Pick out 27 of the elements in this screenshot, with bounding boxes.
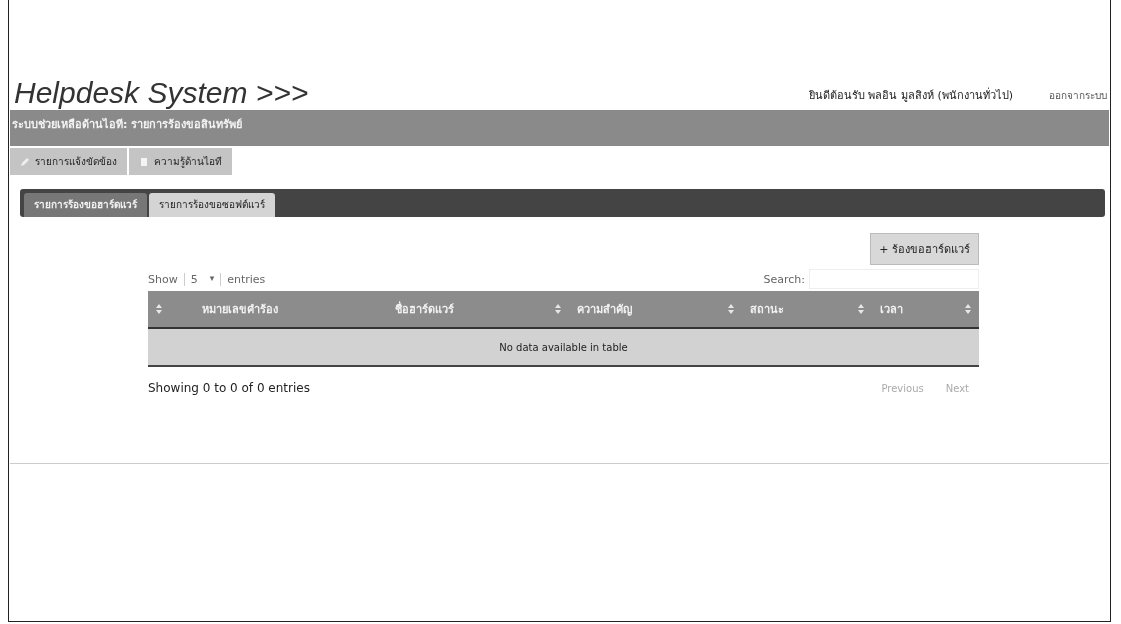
column-header: สถานะ bbox=[750, 302, 785, 318]
breadcrumb-bar: ระบบช่วยเหลือด้านไอที: รายการร้องขอสินทรัพย์ bbox=[10, 110, 1109, 146]
sort-icon[interactable] bbox=[156, 304, 162, 314]
nav-item[interactable]: รายการแจ้งขัดข้อง bbox=[10, 148, 127, 175]
logout-link[interactable]: ออกจากระบบ bbox=[1049, 87, 1109, 103]
table-info: Showing 0 to 0 of 0 entries bbox=[148, 381, 310, 395]
search-label: Search: bbox=[763, 272, 805, 286]
page-length-select[interactable]: 5 ▾ bbox=[183, 272, 222, 286]
tab[interactable]: รายการร้องขอซอฟต์แวร์ bbox=[149, 193, 275, 217]
nav-item[interactable]: ความรู้ด้านไอที bbox=[129, 148, 232, 175]
add-hardware-button[interactable]: + ร้องขอฮาร์ดแวร์ bbox=[870, 233, 979, 265]
sort-icon[interactable] bbox=[858, 304, 865, 314]
sort-icon[interactable] bbox=[728, 304, 735, 314]
welcome-text: ยินดีต้อนรับ พลอิน มูลสิงห์ (พนักงานทั่วไป) bbox=[808, 86, 1013, 104]
app-title: Helpdesk System >>> bbox=[14, 76, 309, 110]
sort-icon[interactable] bbox=[554, 304, 561, 314]
show-label: Show bbox=[148, 272, 178, 286]
empty-table-cell: No data available in table bbox=[148, 328, 979, 366]
sort-icon[interactable] bbox=[965, 304, 971, 314]
entries-label: entries bbox=[227, 272, 266, 286]
column-header: หมายเลขคำร้อง bbox=[202, 302, 279, 318]
tab[interactable]: รายการร้องขอฮาร์ดแวร์ bbox=[24, 193, 147, 217]
pencil-icon bbox=[20, 156, 30, 167]
document-icon bbox=[139, 156, 149, 167]
column-header: เวลา bbox=[880, 302, 904, 318]
column-header: ความสำคัญ bbox=[576, 302, 632, 318]
column-header: ชื่อฮาร์ดแวร์ bbox=[394, 300, 454, 318]
